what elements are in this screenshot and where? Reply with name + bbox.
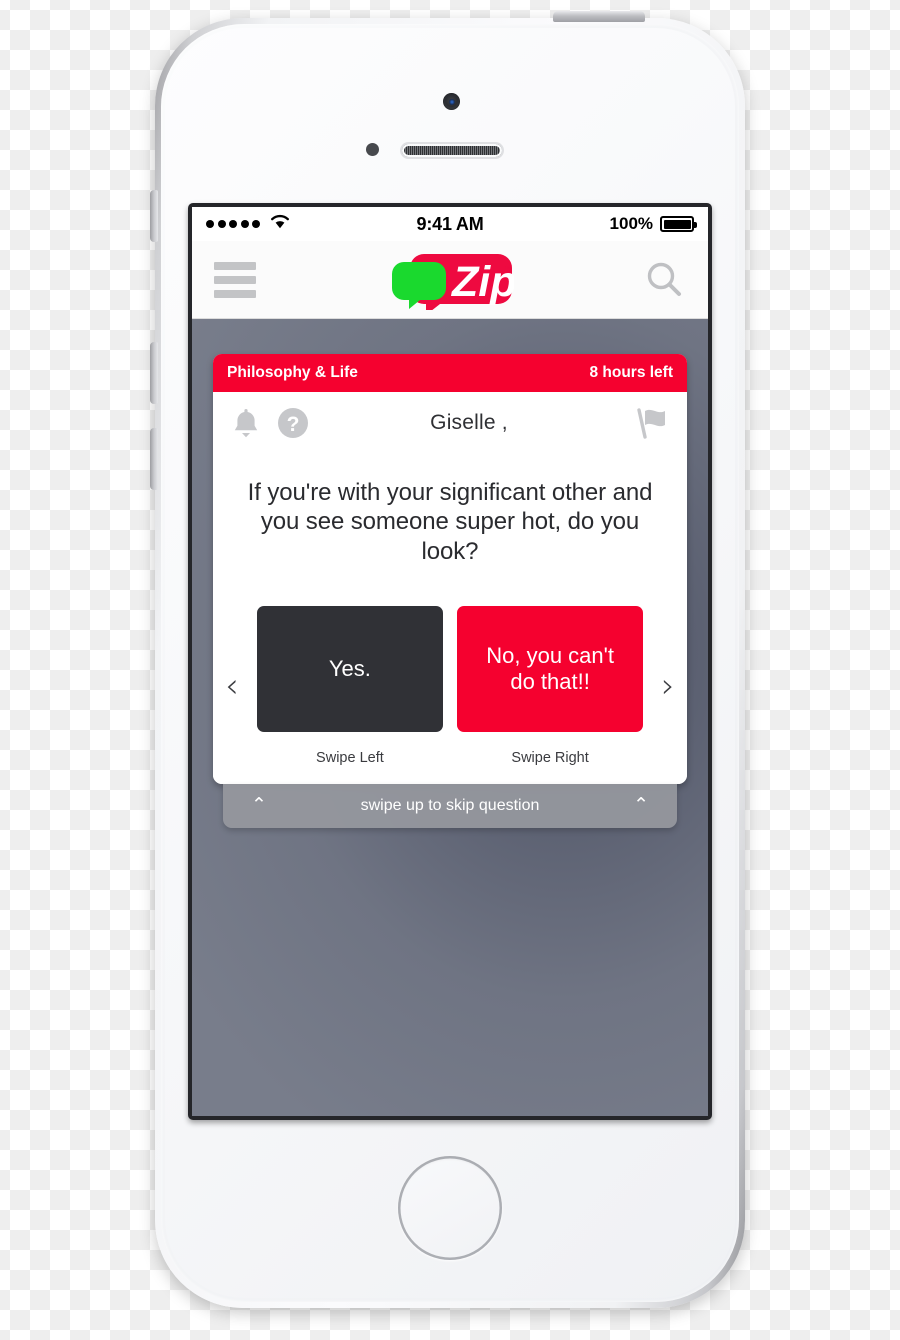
answer-row: ‹ Yes. Swipe Left No, you can't do that!… <box>213 582 687 766</box>
proximity-sensor <box>366 143 379 156</box>
card-username: Giselle , <box>430 411 508 434</box>
answer-right-column: No, you can't do that!! Swipe Right <box>457 605 644 766</box>
svg-text:?: ? <box>287 413 300 436</box>
question-text: If you're with your significant other an… <box>247 479 653 565</box>
status-bar-left <box>206 214 417 234</box>
card-category-label: Philosophy & Life <box>227 364 358 381</box>
app-nav-bar: Zip ™ <box>192 241 708 319</box>
answer-button-left[interactable]: Yes. <box>256 605 443 732</box>
swipe-right-label: Swipe Right <box>511 749 589 766</box>
skip-question-bar[interactable]: ⌃ swipe up to skip question ⌃ <box>223 783 677 828</box>
home-button[interactable] <box>398 1156 502 1260</box>
phone-screen: 9:41 AM 100% Zip ™ Philosophy & Life 8 h… <box>192 207 708 1116</box>
signal-strength-dots <box>206 220 260 228</box>
battery-icon <box>660 216 698 232</box>
skip-question-label: swipe up to skip question <box>360 796 540 814</box>
hamburger-menu-icon[interactable] <box>214 261 256 298</box>
volume-down-button[interactable] <box>150 428 158 490</box>
skip-chevron-up-right-icon: ⌃ <box>633 794 649 817</box>
app-logo: Zip ™ <box>192 250 708 310</box>
battery-percent-label: 100% <box>609 214 654 233</box>
question-feed: Philosophy & Life 8 hours left ? Giselle… <box>192 319 708 1116</box>
svg-text:Zip: Zip <box>450 258 514 306</box>
answer-button-right[interactable]: No, you can't do that!! <box>457 605 644 732</box>
skip-chevron-up-left-icon: ⌃ <box>251 794 267 817</box>
svg-text:™: ™ <box>503 264 512 274</box>
status-bar-right: 100% <box>483 214 698 234</box>
zip-logo-icon: Zip ™ <box>392 253 514 310</box>
iphone-device-mockup: 9:41 AM 100% Zip ™ Philosophy & Life 8 h… <box>150 11 745 1308</box>
status-bar: 9:41 AM 100% <box>192 207 708 241</box>
bell-icon[interactable] <box>231 407 261 439</box>
previous-answer-chevron-icon[interactable]: ‹ <box>221 669 243 703</box>
mute-switch[interactable] <box>150 190 158 242</box>
front-camera <box>443 93 460 110</box>
question-card: Philosophy & Life 8 hours left ? Giselle… <box>213 354 687 784</box>
status-bar-time: 9:41 AM <box>416 213 484 234</box>
next-answer-chevron-icon[interactable]: › <box>657 669 679 703</box>
volume-up-button[interactable] <box>150 342 158 404</box>
swipe-left-label: Swipe Left <box>316 749 384 766</box>
flag-icon[interactable] <box>633 406 669 440</box>
card-body: ? Giselle , If you're with your signific… <box>213 392 687 784</box>
power-button[interactable] <box>553 11 645 22</box>
card-header: Philosophy & Life 8 hours left <box>213 354 687 392</box>
card-time-left-label: 8 hours left <box>589 364 673 381</box>
question-mark-icon[interactable]: ? <box>277 407 309 439</box>
card-icon-row: ? Giselle , <box>213 392 687 440</box>
search-icon[interactable] <box>642 258 686 302</box>
wifi-icon <box>270 214 290 234</box>
answer-left-column: Yes. Swipe Left <box>256 605 443 766</box>
question-card-stack: Philosophy & Life 8 hours left ? Giselle… <box>213 354 687 828</box>
screen-bezel: 9:41 AM 100% Zip ™ Philosophy & Life 8 h… <box>188 203 712 1120</box>
earpiece-speaker <box>402 144 502 157</box>
